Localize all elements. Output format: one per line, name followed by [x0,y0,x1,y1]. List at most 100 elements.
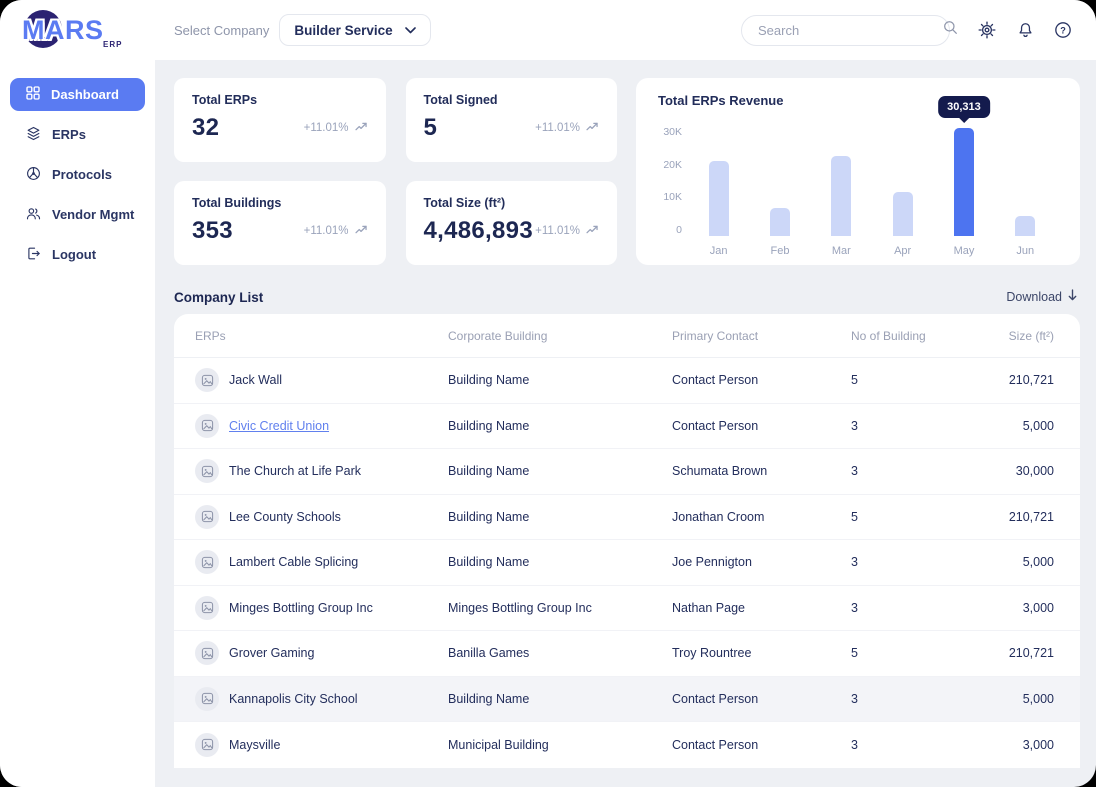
sidebar-item-label: ERPs [52,127,86,142]
chart-bar-column [995,126,1056,236]
y-tick-label: 10K [663,191,682,203]
search-icon[interactable] [942,19,959,41]
column-header-primary-contact: Primary Contact [672,329,851,343]
company-name: Grover Gaming [229,646,314,660]
download-arrow-icon [1067,289,1078,305]
company-name: Maysville [229,738,280,752]
logo-subtext: ERP [103,40,122,49]
sidebar-item-label: Logout [52,247,96,262]
helm-icon [25,165,42,185]
cell-primary-contact: Schumata Brown [672,464,851,478]
chart-bar-jan[interactable] [709,161,729,236]
cell-corporate-building: Building Name [448,510,672,524]
sidebar-item-protocols[interactable]: Protocols [10,158,145,191]
header-actions: ? [976,19,1074,41]
company-dropdown-value: Builder Service [294,23,392,38]
cell-no-of-building: 5 [851,646,971,660]
company-name: Jack Wall [229,373,282,387]
cell-size: 30,000 [971,464,1054,478]
cell-erps: Lee County Schools [195,505,448,529]
chart-months: JanFebMarAprMayJun [688,245,1056,257]
chart-month-label: May [933,245,994,257]
sidebar-item-label: Dashboard [51,87,119,102]
search-input[interactable] [758,23,934,38]
table-header-row: ERPs Corporate Building Primary Contact … [174,314,1080,358]
download-button[interactable]: Download [1006,289,1078,305]
download-label: Download [1006,290,1062,304]
stat-label: Total Buildings [192,196,368,210]
company-image-icon [195,414,219,438]
stat-change: +11.01% [535,122,580,134]
chart-month-label: Mar [811,245,872,257]
cell-erps: Maysville [195,733,448,757]
company-name-link[interactable]: Civic Credit Union [229,419,329,433]
chart-bar-mar[interactable] [831,156,851,236]
cell-erps: Jack Wall [195,368,448,392]
cell-no-of-building: 3 [851,601,971,615]
settings-icon[interactable] [976,19,998,41]
cell-corporate-building: Building Name [448,373,672,387]
company-image-icon [195,459,219,483]
stat-value: 353 [192,217,233,245]
table-body: Jack Wall Building Name Contact Person 5 210… [174,358,1080,768]
cell-corporate-building: Building Name [448,555,672,569]
sidebar-item-erps[interactable]: ERPs [10,118,145,151]
notifications-icon[interactable] [1014,19,1036,41]
cell-no-of-building: 3 [851,555,971,569]
chart-bar-feb[interactable] [770,208,790,236]
company-table: ERPs Corporate Building Primary Contact … [174,314,1080,768]
company-image-icon [195,641,219,665]
sidebar: Dashboard ERPs Protocols [0,60,155,787]
grid-icon [25,85,41,104]
table-row[interactable]: Jack WallBuilding NameContact Person5210… [174,358,1080,404]
company-name: Kannapolis City School [229,692,358,706]
logout-icon [25,245,42,265]
cell-erps: Lambert Cable Splicing [195,550,448,574]
sidebar-item-dashboard[interactable]: Dashboard [10,78,145,111]
table-row[interactable]: Lee County SchoolsBuilding NameJonathan … [174,495,1080,541]
stat-value: 5 [424,114,438,142]
company-image-icon [195,596,219,620]
stat-label: Total ERPs [192,93,368,107]
cell-size: 210,721 [971,373,1054,387]
help-icon[interactable]: ? [1052,19,1074,41]
chart-bar-column [749,126,810,236]
cell-primary-contact: Contact Person [672,419,851,433]
chart-bar-column [872,126,933,236]
layers-icon [25,125,42,145]
chart-bar-apr[interactable] [893,192,913,236]
column-header-erps: ERPs [195,329,448,343]
chart-month-label: Jun [995,245,1056,257]
app-logo: MARS ERP [0,0,155,60]
cell-no-of-building: 5 [851,510,971,524]
cell-corporate-building: Municipal Building [448,738,672,752]
chart-yaxis: 30K20K10K0 [658,126,688,236]
cell-primary-contact: Joe Pennigton [672,555,851,569]
company-dropdown[interactable]: Builder Service [279,14,430,46]
company-image-icon [195,687,219,711]
cell-no-of-building: 3 [851,419,971,433]
cell-no-of-building: 3 [851,692,971,706]
table-row[interactable]: MaysvilleMunicipal BuildingContact Perso… [174,722,1080,768]
table-row[interactable]: Lambert Cable SplicingBuilding NameJoe P… [174,540,1080,586]
sidebar-item-vendor-mgmt[interactable]: Vendor Mgmt [10,198,145,231]
cell-erps: Civic Credit Union [195,414,448,438]
chart-month-label: Jan [688,245,749,257]
trend-up-icon [586,122,599,135]
table-row[interactable]: Minges Bottling Group IncMinges Bottling… [174,586,1080,632]
table-row[interactable]: Civic Credit UnionBuilding NameContact P… [174,404,1080,450]
table-row[interactable]: Kannapolis City SchoolBuilding NameConta… [174,677,1080,723]
y-tick-label: 20K [663,159,682,171]
chart-bar-jun[interactable] [1015,216,1035,236]
sidebar-item-logout[interactable]: Logout [10,238,145,271]
table-row[interactable]: The Church at Life ParkBuilding NameSchu… [174,449,1080,495]
top-header: MARS ERP Select Company Builder Service [0,0,1096,60]
y-tick-label: 30K [663,126,682,138]
stats-grid: Total ERPs 32 +11.01% Total Signed 5 +11… [174,78,617,265]
chart-bar-column [811,126,872,236]
chart-bar-may[interactable] [954,128,974,236]
cell-erps: Kannapolis City School [195,687,448,711]
search-box[interactable] [741,15,950,46]
chart-month-label: Feb [749,245,810,257]
table-row[interactable]: Grover GamingBanilla GamesTroy Rountree5… [174,631,1080,677]
